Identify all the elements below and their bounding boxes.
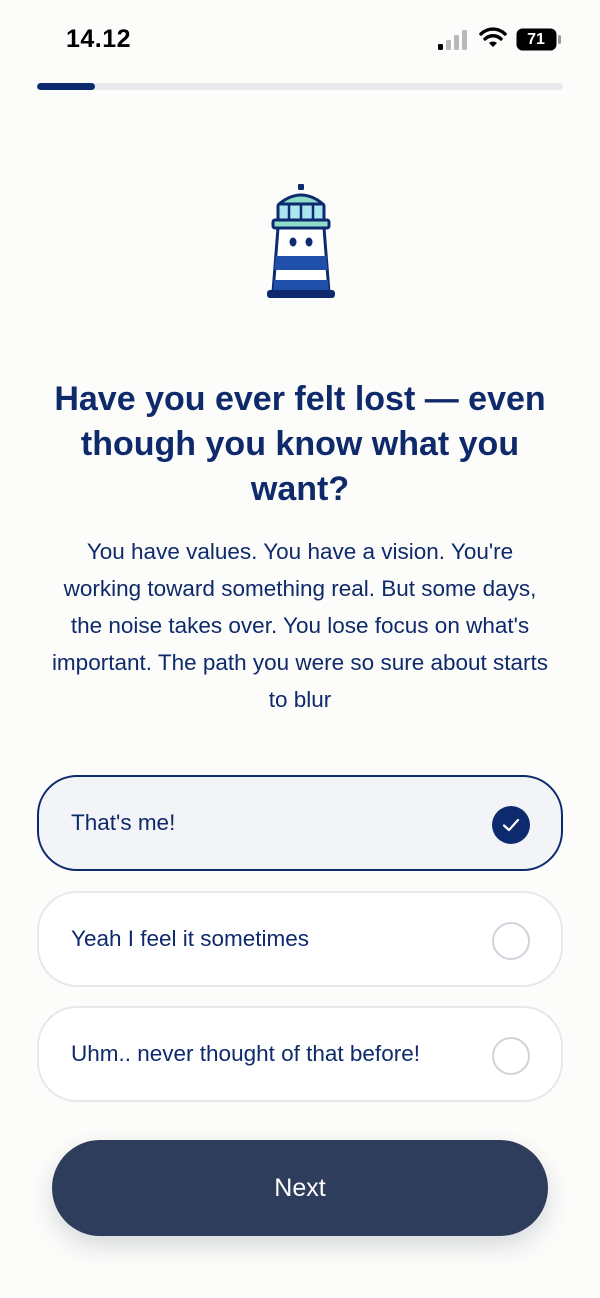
battery-level: 71 — [527, 31, 545, 48]
status-time: 14.12 — [66, 25, 132, 53]
wifi-icon — [479, 27, 507, 47]
option-label: Uhm.. never thought of that before! — [71, 1041, 420, 1066]
option-label: That's me! — [71, 810, 176, 835]
radio-unchecked-icon[interactable] — [492, 922, 530, 960]
checkmark-icon — [502, 818, 520, 832]
lighthouse-icon — [267, 184, 335, 298]
progress-bar — [37, 83, 563, 90]
option-thats-me[interactable]: That's me! — [37, 775, 563, 871]
radio-checked-icon[interactable] — [492, 806, 530, 844]
question-body: You have values. You have a vision. You'… — [51, 539, 549, 712]
next-button[interactable]: Next — [52, 1140, 548, 1236]
option-never-thought[interactable]: Uhm.. never thought of that before! — [37, 1006, 563, 1102]
cellular-signal-icon — [438, 30, 467, 50]
status-bar: 14.12 71 — [0, 0, 600, 80]
question-title: Have you ever felt lost — even though yo… — [54, 380, 546, 508]
next-button-label: Next — [274, 1173, 326, 1202]
battery-icon: 71 — [516, 28, 562, 51]
option-label: Yeah I feel it sometimes — [71, 926, 310, 951]
radio-unchecked-icon[interactable] — [492, 1037, 530, 1075]
option-feel-it-sometimes[interactable]: Yeah I feel it sometimes — [37, 891, 563, 987]
progress-fill — [37, 83, 95, 90]
onboarding-screen: 14.12 71 Have you ever felt lost — even … — [0, 0, 600, 1298]
